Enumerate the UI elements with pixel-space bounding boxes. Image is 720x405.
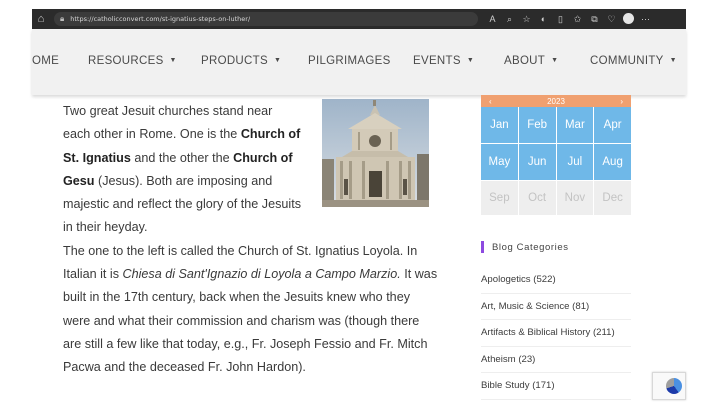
- month-nov: Nov: [556, 181, 594, 215]
- recaptcha-icon: [666, 378, 682, 394]
- church-of-st-ignatius-image: [322, 99, 429, 207]
- category-link[interactable]: Artifacts & Biblical History (211): [481, 320, 631, 347]
- address-bar[interactable]: 🔒︎ https://catholicconvert.com/st-ignati…: [54, 12, 478, 26]
- more-icon[interactable]: ⋯: [637, 9, 654, 29]
- calendar-year: 2023: [547, 96, 565, 106]
- browser-essentials-icon[interactable]: ♡: [603, 9, 620, 29]
- month-mar[interactable]: Mar: [556, 107, 594, 143]
- calendar-header: ‹ 2023 ›: [481, 95, 631, 107]
- category-link[interactable]: Atheism (23): [481, 347, 631, 373]
- month-jul[interactable]: Jul: [556, 144, 594, 180]
- chevron-left-icon[interactable]: ‹: [489, 97, 492, 106]
- chevron-down-icon: ▼: [273, 57, 282, 64]
- chevron-right-icon[interactable]: ›: [620, 97, 623, 106]
- archive-calendar: ‹ 2023 › Jan Feb Mar Apr May Jun Jul Aug…: [481, 95, 631, 215]
- category-link[interactable]: Art, Music & Science (81): [481, 294, 631, 320]
- nav-item-resources[interactable]: RESOURCES ▼: [88, 55, 177, 67]
- month-dec: Dec: [594, 181, 631, 215]
- zoom-icon[interactable]: ⌕: [501, 9, 518, 29]
- site-navigation: OME RESOURCES ▼ PRODUCTS ▼ PILGRIMAGES EVE…: [32, 29, 686, 95]
- favorites-icon[interactable]: ✩: [569, 9, 586, 29]
- chevron-down-icon: ▼: [466, 57, 475, 64]
- browser-toolbar: ⌂ 🔒︎ https://catholicconvert.com/st-igna…: [32, 9, 686, 29]
- toolbar-icons: A ⌕ ☆ ◐ ▯ ✩ ⧉ ♡ ⋯: [484, 9, 654, 29]
- article-paragraph: Two great Jesuit churches stand near eac…: [63, 104, 301, 235]
- split-screen-icon[interactable]: ▯: [552, 9, 569, 29]
- nav-item-about[interactable]: ABOUT ▼: [504, 55, 558, 67]
- collections-icon[interactable]: ⧉: [586, 9, 603, 29]
- nav-item-events[interactable]: EVENTS ▼: [413, 55, 474, 67]
- church-photo: [322, 99, 429, 207]
- chevron-down-icon: ▼: [551, 57, 559, 64]
- nav-item-pilgrimages[interactable]: PILGRIMAGES: [308, 55, 391, 67]
- chevron-down-icon: ▼: [169, 57, 177, 64]
- home-icon[interactable]: ⌂: [32, 9, 50, 29]
- nav-item-products[interactable]: PRODUCTS ▼: [201, 55, 281, 67]
- recaptcha-badge[interactable]: [652, 372, 686, 400]
- lock-icon[interactable]: 🔒︎: [60, 14, 64, 24]
- month-may[interactable]: May: [481, 144, 518, 180]
- url-text: https://catholicconvert.com/st-ignatius-…: [70, 15, 251, 23]
- profile-icon[interactable]: [623, 13, 634, 24]
- article-paragraph: The one to the left is called the Church…: [63, 243, 438, 375]
- nav-item-community[interactable]: COMMUNITY ▼: [590, 55, 677, 67]
- blog-categories-list: Apologetics (522) Art, Music & Science (…: [481, 267, 631, 400]
- month-jun[interactable]: Jun: [518, 144, 556, 180]
- category-link[interactable]: Bible Study (171): [481, 373, 631, 400]
- extension-icon[interactable]: ◐: [535, 9, 552, 29]
- nav-item-home[interactable]: OME: [32, 55, 59, 67]
- month-oct: Oct: [518, 181, 556, 215]
- read-aloud-icon[interactable]: A: [484, 9, 501, 29]
- chevron-down-icon: ▼: [669, 57, 677, 64]
- favorite-icon[interactable]: ☆: [518, 9, 535, 29]
- calendar-months: Jan Feb Mar Apr May Jun Jul Aug Sep Oct …: [481, 107, 631, 215]
- month-aug[interactable]: Aug: [594, 144, 631, 180]
- month-jan[interactable]: Jan: [481, 107, 518, 143]
- month-apr[interactable]: Apr: [594, 107, 631, 143]
- heading-accent-bar: [481, 241, 484, 253]
- month-feb[interactable]: Feb: [518, 107, 556, 143]
- blog-categories-heading: Blog Categories: [481, 240, 569, 254]
- category-link[interactable]: Apologetics (522): [481, 267, 631, 294]
- month-sep: Sep: [481, 181, 518, 215]
